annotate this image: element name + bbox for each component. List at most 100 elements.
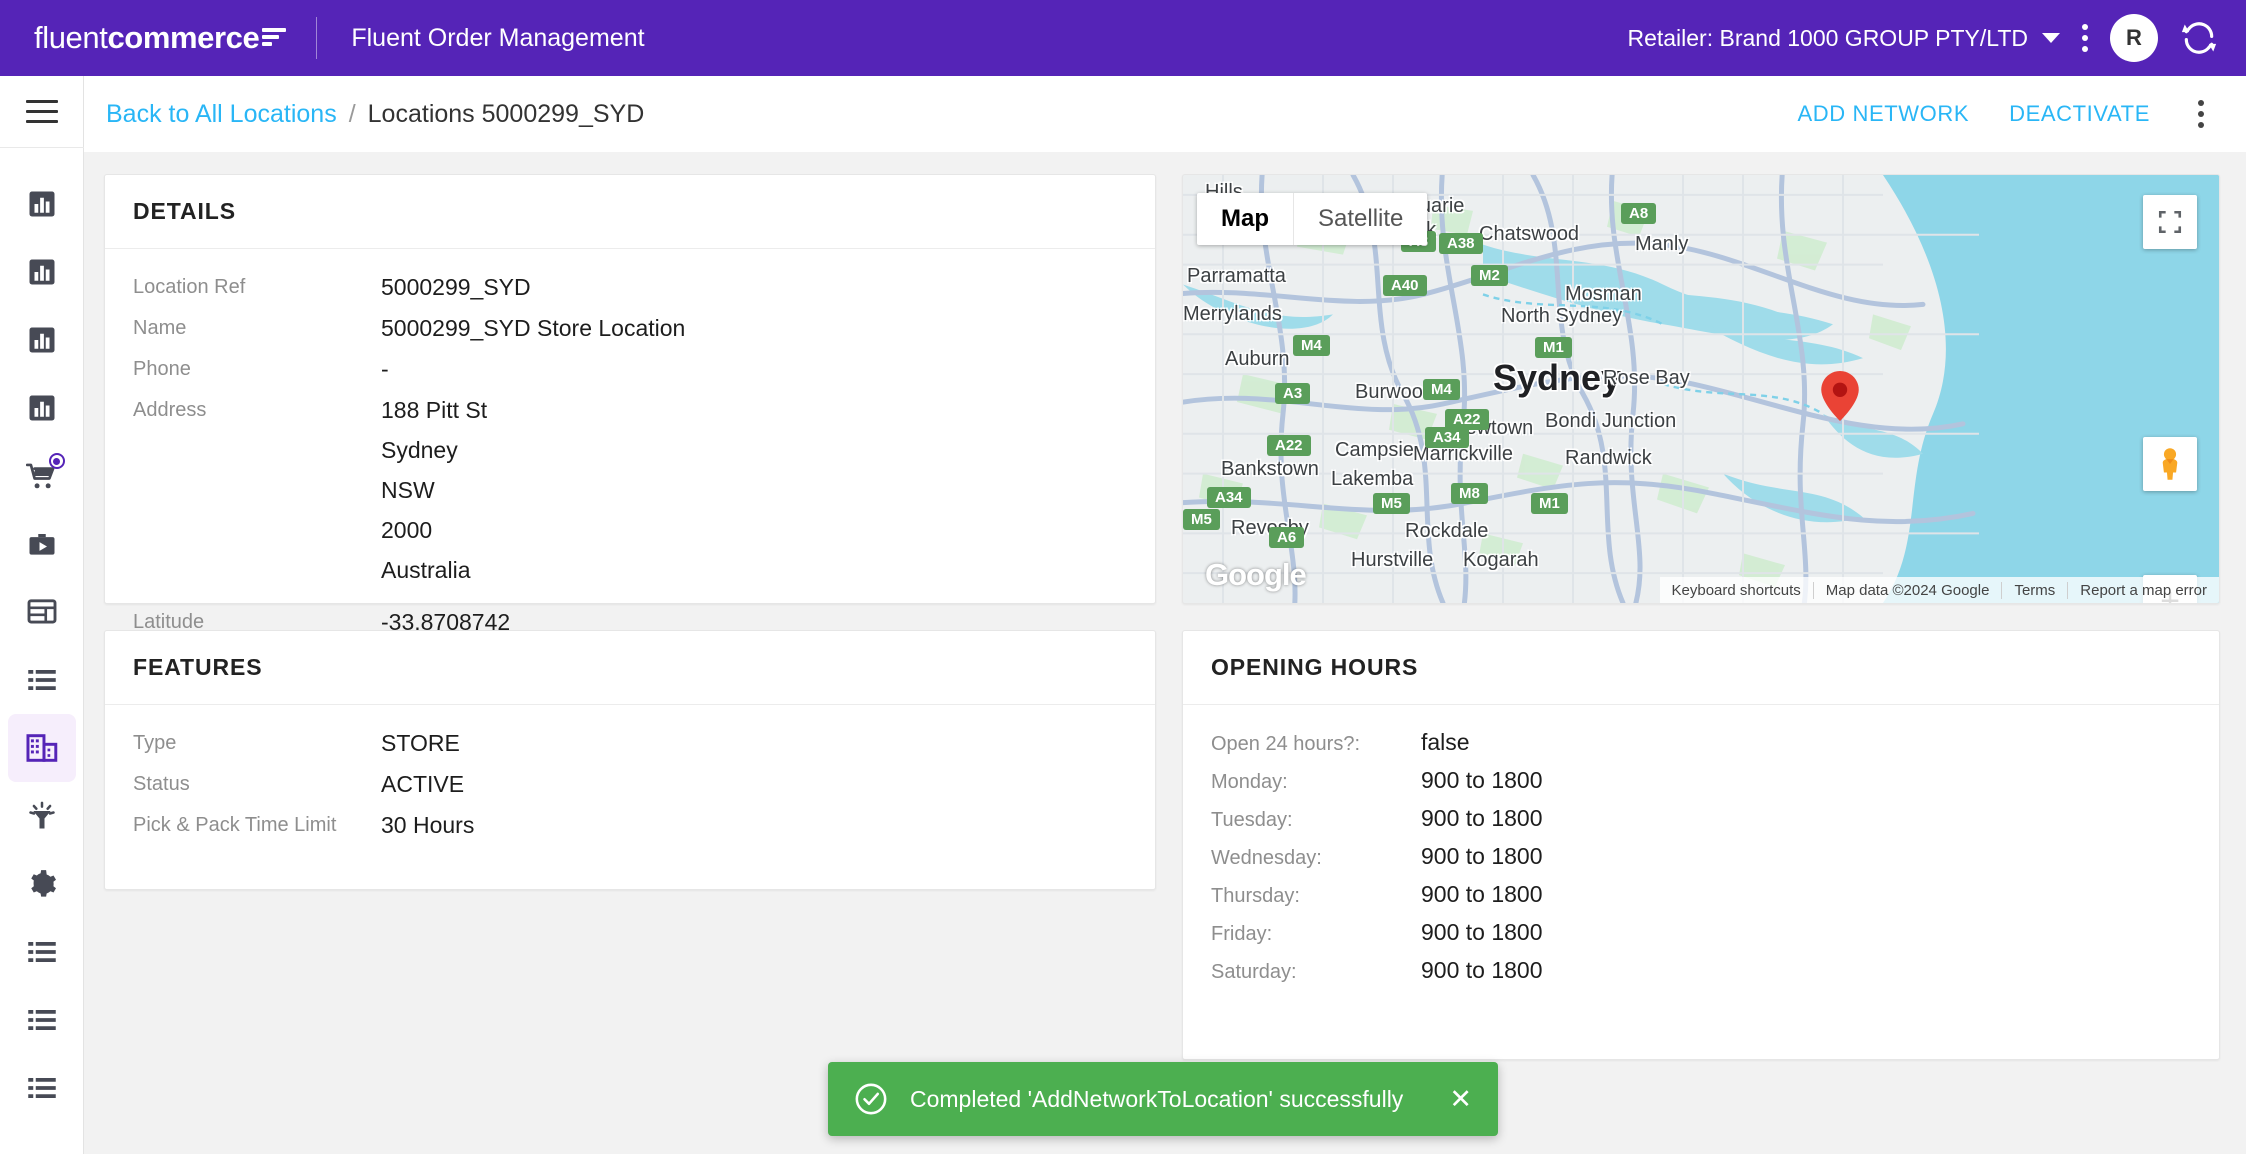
details-title: DETAILS: [133, 198, 236, 224]
opening-hours-value: 900 to 1800: [1421, 843, 1543, 869]
sidebar-item-agents[interactable]: [8, 782, 76, 850]
page-title: Locations 5000299_SYD: [367, 99, 645, 128]
map-place-label: Manly: [1635, 233, 1689, 255]
retailer-selector[interactable]: Retailer: Brand 1000 GROUP PTY/LTD: [1627, 25, 2060, 52]
opening-hours-row: Thursday: 900 to 1800: [1211, 881, 2191, 908]
address-row: Address 188 Pitt St Sydney NSW 2000 Australia: [133, 396, 1127, 596]
map-road-shield: A22: [1267, 435, 1311, 456]
fullscreen-icon[interactable]: [2143, 195, 2197, 249]
map-road-shield: A8: [1621, 203, 1657, 224]
sidebar-item-list-2[interactable]: [8, 918, 76, 986]
opening-hours-row: Friday: 900 to 1800: [1211, 919, 2191, 946]
map-road-shield: M4: [1423, 379, 1460, 400]
sidebar-item-settings[interactable]: [8, 850, 76, 918]
header-more-vertical-icon[interactable]: [2060, 14, 2110, 62]
sidebar-item-list-3[interactable]: [8, 986, 76, 1054]
features-body: Type STORE Status ACTIVE Pick & Pack Time Li…: [105, 705, 1155, 880]
toast-message: Completed 'AddNetworkToLocation' success…: [910, 1085, 1404, 1112]
features-card-header: FEATURES: [105, 631, 1155, 705]
opening-hours-label: Open 24 hours?:: [1211, 733, 1360, 755]
opening-hours-value: 900 to 1800: [1421, 957, 1543, 983]
subheader-actions: ADD NETWORK DEACTIVATE: [1778, 90, 2218, 138]
close-icon[interactable]: ✕: [1449, 1085, 1472, 1113]
brand-logo-bold: commerce: [107, 20, 260, 55]
map-type-toggle[interactable]: Map Satellite: [1197, 193, 1428, 245]
map-place-label: Randwick: [1565, 447, 1652, 469]
location-map[interactable]: HillsMacquarieParkChatswoodManlyParramat…: [1182, 174, 2220, 604]
hamburger-menu-icon[interactable]: [0, 76, 84, 148]
address-label: Address: [133, 399, 207, 421]
detail-row: Location Ref 5000299_SYD: [133, 273, 1127, 302]
opening-hours-value: 900 to 1800: [1421, 767, 1543, 793]
sidebar-item-dashboard-3[interactable]: [8, 306, 76, 374]
detail-label: Phone: [133, 358, 191, 380]
avatar[interactable]: R: [2110, 14, 2158, 62]
details-card-header: DETAILS: [105, 175, 1155, 249]
add-network-button[interactable]: ADD NETWORK: [1778, 91, 1990, 137]
map-road-shield: A34: [1425, 427, 1469, 448]
check-circle-icon: [855, 1083, 887, 1115]
address-line: 188 Pitt St: [381, 397, 488, 423]
map-place-label: Chatswood: [1479, 223, 1580, 245]
map-tab-map[interactable]: Map: [1197, 193, 1294, 245]
sidebar-item-locations[interactable]: [7, 714, 76, 782]
map-place-label: Hurstville: [1351, 549, 1434, 571]
opening-hours-body: Open 24 hours?: false Monday: 900 to 1800 Tu…: [1183, 705, 2219, 1023]
map-road-shield: A40: [1383, 275, 1427, 296]
opening-hours-value: 900 to 1800: [1421, 805, 1543, 831]
feature-value: STORE: [381, 730, 460, 756]
map-place-label: Merrylands: [1183, 303, 1282, 325]
success-toast: Completed 'AddNetworkToLocation' success…: [828, 1062, 1498, 1136]
left-sidebar: [0, 76, 84, 1154]
notification-badge: [48, 453, 65, 469]
brand-logo[interactable]: fluentcommerce: [0, 20, 287, 56]
sidebar-item-dashboard-2[interactable]: [8, 238, 76, 306]
feature-label: Status: [133, 773, 190, 795]
sidebar-item-fulfilments[interactable]: [8, 510, 76, 578]
features-title: FEATURES: [133, 654, 263, 680]
sidebar-item-dashboard-4[interactable]: [8, 374, 76, 442]
detail-value: -: [381, 356, 389, 382]
left-column: DETAILS Location Ref 5000299_SYD Name 50002…: [104, 174, 1156, 1060]
opening-hours-label: Monday:: [1211, 771, 1288, 793]
sync-icon[interactable]: [2180, 19, 2218, 57]
sidebar-item-orders[interactable]: [8, 442, 76, 510]
opening-hours-title: OPENING HOURS: [1211, 654, 1419, 680]
brand-logo-light: fluent: [34, 20, 108, 55]
opening-hours-label: Friday:: [1211, 923, 1273, 945]
map-attribution-item[interactable]: Terms: [2001, 581, 2067, 599]
map-attribution[interactable]: Keyboard shortcuts Map data ©2024 Google T…: [1659, 577, 2219, 603]
map-place-label: Auburn: [1225, 348, 1290, 370]
subheader-more-vertical-icon[interactable]: [2170, 90, 2218, 138]
map-place-label: Sydney: [1493, 357, 1622, 398]
location-marker-icon[interactable]: [1821, 371, 1859, 426]
list-icon: [27, 667, 57, 693]
sidebar-nav: [7, 148, 76, 1122]
map-attribution-item[interactable]: Keyboard shortcuts: [1660, 582, 1813, 599]
breadcrumb-back-link[interactable]: Back to All Locations: [106, 100, 337, 129]
map-road-shield: A6: [1269, 527, 1305, 548]
street-view-pegman-icon[interactable]: [2143, 437, 2197, 491]
header-divider: [316, 17, 318, 59]
feature-label: Pick & Pack Time Limit: [133, 814, 337, 836]
sidebar-item-list-1[interactable]: [8, 646, 76, 714]
briefcase-play-icon: [27, 529, 57, 559]
map-road-shield: M5: [1373, 493, 1410, 514]
app-root: fluentcommerce Fluent Order Management R…: [0, 0, 2246, 1154]
map-attribution-item[interactable]: Map data ©2024 Google: [1812, 581, 2002, 599]
opening-hours-row: Tuesday: 900 to 1800: [1211, 805, 2191, 832]
map-road-shield: A3: [1275, 383, 1311, 404]
map-tab-satellite[interactable]: Satellite: [1294, 193, 1427, 245]
map-attribution-item[interactable]: Report a map error: [2067, 581, 2219, 599]
detail-row: Type STORE: [133, 729, 1127, 758]
sidebar-item-inventory[interactable]: [8, 578, 76, 646]
map-road-shield: M8: [1451, 483, 1488, 504]
sidebar-item-list-4[interactable]: [8, 1054, 76, 1122]
sidebar-item-dashboard-1[interactable]: [8, 170, 76, 238]
detail-value: 5000299_SYD: [381, 274, 531, 300]
page-content: DETAILS Location Ref 5000299_SYD Name 50002…: [84, 152, 2246, 1154]
opening-hours-value: 900 to 1800: [1421, 919, 1543, 945]
google-logo: Google: [1205, 557, 1307, 592]
deactivate-button[interactable]: DEACTIVATE: [1989, 91, 2170, 137]
map-place-label: Lakemba: [1331, 468, 1414, 490]
